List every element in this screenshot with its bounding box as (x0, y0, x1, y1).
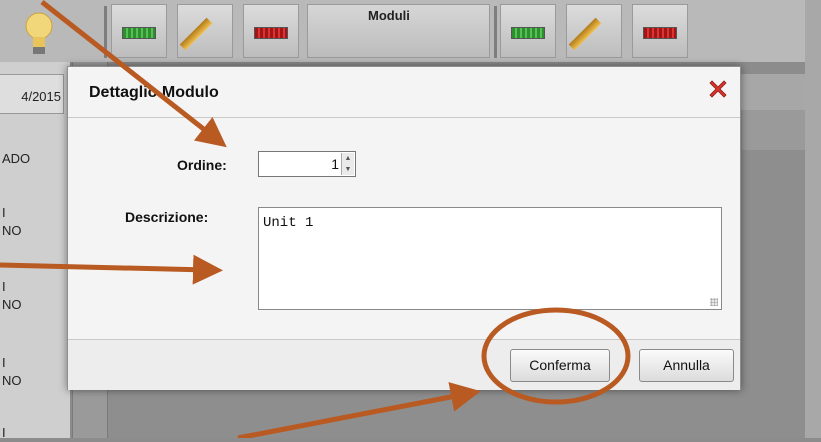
ordine-label: Ordine: (177, 157, 227, 173)
red-bar-button[interactable] (243, 4, 299, 58)
left-label: I (2, 279, 6, 294)
dialog-title: Dettaglio Modulo (89, 84, 219, 101)
close-x-icon[interactable] (706, 77, 730, 101)
green-bar-button[interactable] (111, 4, 167, 58)
lightbulb-icon[interactable] (24, 10, 54, 56)
left-label: I (2, 355, 6, 370)
red-bar-icon (254, 27, 288, 39)
toolbar-title: Moduli (368, 8, 410, 23)
green-bar-button-2[interactable] (500, 4, 556, 58)
edit-button[interactable] (177, 4, 233, 58)
red-bar-button-2[interactable] (632, 4, 688, 58)
green-bar-icon (511, 27, 545, 39)
descrizione-textarea[interactable]: Unit 1 (258, 207, 722, 310)
left-label: I (2, 205, 6, 220)
green-bar-icon (122, 27, 156, 39)
pencil-icon (179, 17, 213, 51)
edit-button-2[interactable] (566, 4, 622, 58)
left-label: I (2, 425, 6, 440)
pencil-icon (568, 17, 602, 51)
cancel-button[interactable]: Annulla (639, 349, 734, 382)
toolbar-separator (494, 6, 497, 58)
left-label: NO (2, 297, 22, 312)
toolbar-separator (104, 6, 107, 58)
detail-dialog: Dettaglio Modulo Ordine: 1 ▲ ▼ Descrizio… (67, 66, 741, 390)
stepper-down-icon[interactable]: ▼ (342, 164, 354, 175)
red-bar-icon (643, 27, 677, 39)
resize-grip-icon[interactable] (710, 298, 718, 306)
left-label: NO (2, 373, 22, 388)
ordine-value: 1 (331, 156, 339, 172)
left-label: ADO (2, 151, 31, 166)
left-label: NO (2, 223, 22, 238)
ordine-stepper[interactable]: 1 ▲ ▼ (258, 151, 356, 177)
confirm-button[interactable]: Conferma (510, 349, 610, 382)
content-header-cell (742, 110, 805, 150)
scrollbar[interactable] (805, 0, 821, 438)
descrizione-label: Descrizione: (125, 209, 209, 225)
stepper-buttons: ▲ ▼ (341, 153, 354, 175)
date-tab[interactable]: 4/2015 (0, 74, 64, 114)
descrizione-value: Unit 1 (263, 215, 314, 231)
